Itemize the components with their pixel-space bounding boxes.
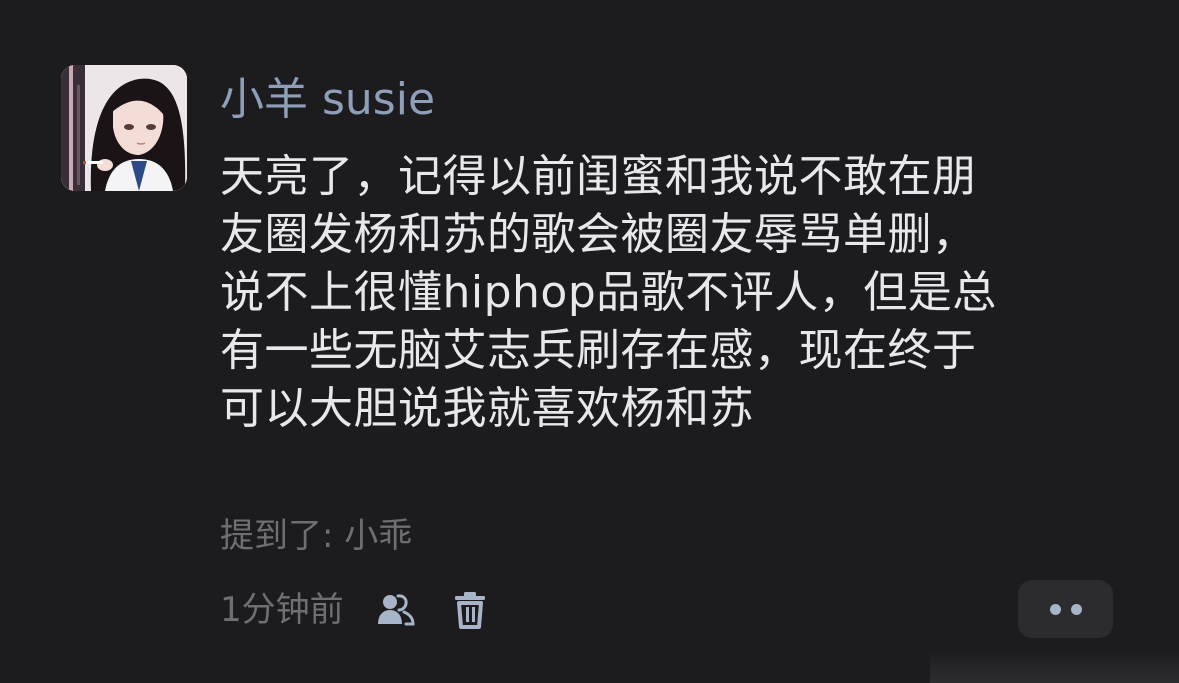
content-line: 天亮了，记得以前闺蜜和我说不敢在朋 — [220, 151, 977, 202]
trash-icon[interactable] — [448, 588, 492, 632]
post-content: 天亮了，记得以前闺蜜和我说不敢在朋 友圈发杨和苏的歌会被圈友辱骂单删， 说不上很… — [220, 148, 1120, 438]
timestamp: 1分钟前 — [220, 590, 344, 630]
author-name[interactable]: 小羊 susie — [220, 72, 435, 128]
moment-post: 小羊 susie 天亮了，记得以前闺蜜和我说不敢在朋 友圈发杨和苏的歌会被圈友辱… — [0, 0, 1179, 683]
post-footer: 1分钟前 — [220, 586, 492, 634]
content-line: 说不上很懂hiphop品歌不评人，但是总 — [220, 267, 997, 318]
watermark-fade — [930, 650, 1179, 683]
content-line: 有一些无脑艾志兵刷存在感，现在终于 — [220, 325, 977, 376]
avatar-illustration — [61, 65, 187, 191]
dot — [1049, 603, 1061, 615]
avatar[interactable] — [61, 65, 187, 191]
friends-icon[interactable] — [374, 588, 418, 632]
dot — [1070, 603, 1082, 615]
content-line: 可以大胆说我就喜欢杨和苏 — [220, 383, 754, 434]
mentioned-users[interactable]: 提到了: 小乖 — [220, 514, 412, 558]
more-dots-icon[interactable] — [1018, 580, 1113, 638]
content-line: 友圈发杨和苏的歌会被圈友辱骂单删， — [220, 209, 977, 260]
